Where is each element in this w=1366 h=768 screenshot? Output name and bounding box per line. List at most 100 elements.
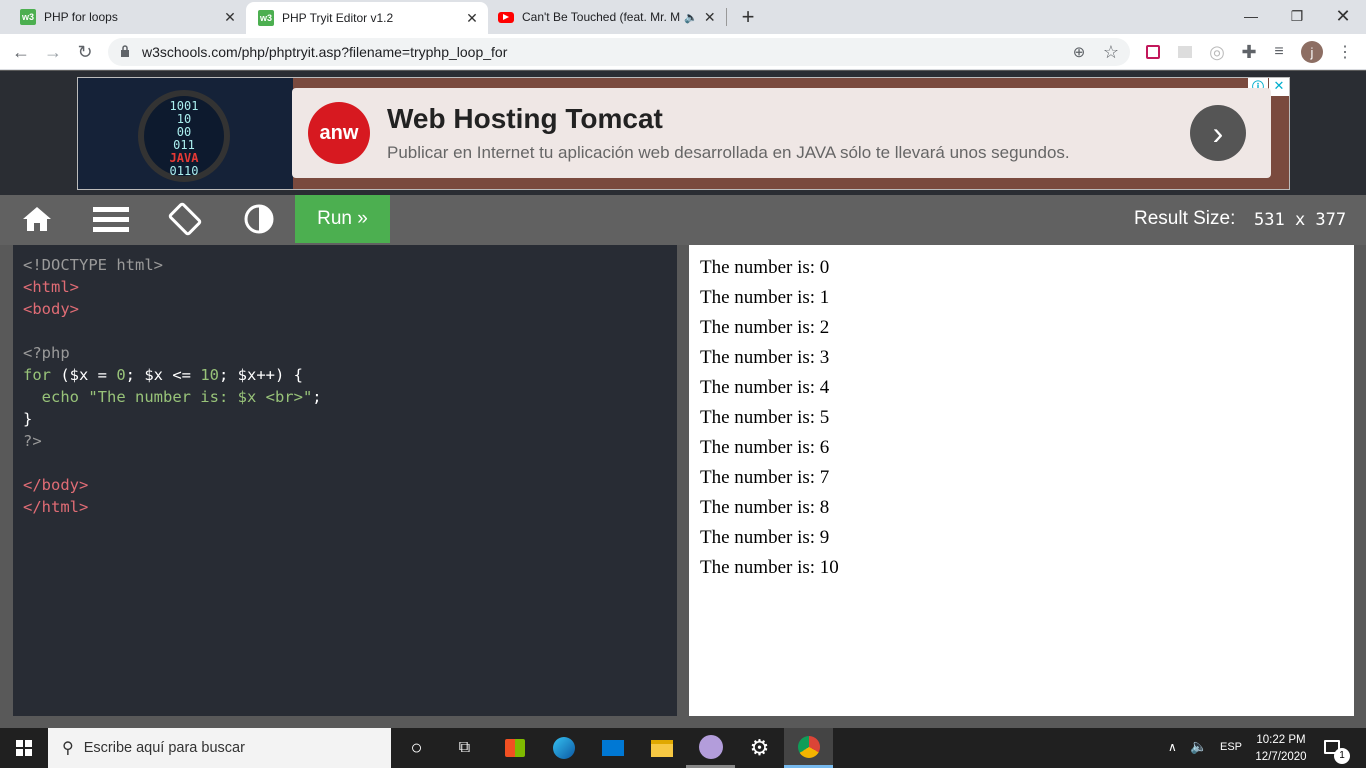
chrome-icon[interactable]: [784, 728, 833, 768]
tab-php-tryit-editor[interactable]: w3 PHP Tryit Editor v1.2 ✕: [246, 2, 488, 34]
result-size-label: Result Size:: [1134, 208, 1236, 229]
result-line: The number is: 8: [700, 497, 830, 518]
clock[interactable]: 10:22 PM 12/7/2020: [1250, 732, 1312, 766]
search-icon: ⚲: [62, 740, 74, 757]
chevron-right-icon[interactable]: ›: [1190, 105, 1246, 161]
code-token: ;: [312, 388, 322, 406]
volume-icon[interactable]: 🔈: [1190, 738, 1207, 755]
code-editor[interactable]: <!DOCTYPE html> <html> <body> <?php for ($x…: [13, 245, 677, 716]
ad-image-text: 0110: [169, 164, 199, 178]
code-token: for: [23, 366, 51, 384]
result-line: The number is: 9: [700, 527, 830, 548]
menu-kebab-icon[interactable]: ⋮: [1330, 34, 1360, 70]
clock-date: 12/7/2020: [1255, 751, 1307, 763]
code-token: html: [32, 278, 70, 296]
code-token: >: [79, 476, 89, 494]
result-line: The number is: 6: [700, 437, 830, 458]
cortana-icon[interactable]: ○: [392, 728, 441, 768]
ad-close-icon[interactable]: ✕: [1269, 78, 1289, 96]
notification-count-badge: 1: [1334, 748, 1350, 764]
lock-icon: [108, 44, 142, 60]
menu-icon[interactable]: [74, 195, 148, 243]
chevron-up-icon[interactable]: ∧: [1168, 740, 1177, 754]
result-line: The number is: 0: [700, 257, 830, 278]
code-token: body: [32, 300, 70, 318]
clock-time: 10:22 PM: [1256, 734, 1306, 746]
zoom-icon[interactable]: ⊕: [1064, 34, 1094, 70]
code-line: <html>: [23, 276, 667, 298]
code-token: ; $x++) {: [219, 366, 303, 384]
extension-shield-icon[interactable]: [1138, 34, 1168, 70]
code-token: <: [23, 278, 33, 296]
close-tab-icon[interactable]: ✕: [702, 9, 718, 26]
profile-avatar[interactable]: j: [1301, 41, 1323, 63]
code-token: body: [41, 476, 79, 494]
code-line: echo "The number is: $x <br>";: [23, 386, 667, 408]
result-line: The number is: 10: [700, 557, 839, 578]
code-token: html: [41, 498, 79, 516]
back-button[interactable]: ←: [6, 34, 36, 70]
bookmark-star-icon[interactable]: ☆: [1096, 34, 1126, 70]
restore-button[interactable]: ❐: [1274, 0, 1320, 32]
rotate-orientation-icon[interactable]: [148, 195, 222, 243]
run-button[interactable]: Run »: [295, 195, 390, 243]
url-text: w3schools.com/php/phptryit.asp?filename=…: [142, 44, 508, 60]
language-indicator[interactable]: ESP: [1220, 741, 1242, 753]
windows-start-icon[interactable]: [0, 728, 48, 768]
code-line: for ($x = 0; $x <= 10; $x++) {: [23, 364, 667, 386]
extension-grid-icon[interactable]: [1170, 34, 1200, 70]
code-line: }: [23, 410, 33, 428]
store-icon[interactable]: [490, 728, 539, 768]
tab-title: PHP Tryit Editor v1.2: [282, 11, 394, 25]
result-line: The number is: 4: [700, 377, 830, 398]
settings-gear-icon[interactable]: ⚙: [735, 728, 784, 768]
code-token: >: [69, 300, 80, 318]
code-token: >: [69, 278, 80, 296]
new-tab-button[interactable]: +: [736, 4, 760, 30]
code-token: <: [23, 300, 33, 318]
extension-circle-icon[interactable]: ◎: [1202, 34, 1232, 70]
media-control-icon[interactable]: ≡: [1264, 34, 1294, 70]
tab-title: PHP for loops: [44, 10, 118, 24]
close-tab-icon[interactable]: ✕: [464, 10, 480, 27]
close-window-button[interactable]: ✕: [1320, 0, 1366, 32]
address-bar[interactable]: w3schools.com/php/phptryit.asp?filename=…: [108, 38, 1130, 66]
result-pane[interactable]: The number is: 0 The number is: 1 The nu…: [689, 245, 1354, 716]
reload-button[interactable]: ↻: [70, 34, 100, 70]
magnifier-icon: 1001 10 00 011 JAVA 0110: [138, 90, 230, 182]
code-token: "The number is: $x <br>": [88, 388, 313, 406]
code-line: </body>: [23, 474, 667, 496]
task-view-icon[interactable]: ⧉: [440, 728, 489, 768]
code-token: >: [79, 498, 89, 516]
edge-icon[interactable]: [539, 728, 588, 768]
result-line: The number is: 3: [700, 347, 830, 368]
code-token: echo: [23, 388, 89, 406]
ad-card[interactable]: anw Web Hosting Tomcat Publicar en Inter…: [292, 88, 1271, 178]
taskbar-search-box[interactable]: ⚲ Escribe aquí para buscar: [48, 728, 391, 768]
ad-title: Web Hosting Tomcat: [387, 103, 663, 134]
app-circle-icon[interactable]: [686, 728, 735, 768]
tab-title: Can't Be Touched (feat. Mr. M: [522, 10, 680, 24]
close-tab-icon[interactable]: ✕: [222, 9, 238, 26]
result-line: The number is: 1: [700, 287, 830, 308]
search-placeholder: Escribe aquí para buscar: [83, 740, 245, 756]
tab-php-for-loops[interactable]: w3 PHP for loops ✕: [0, 0, 246, 34]
youtube-favicon-icon: [498, 11, 514, 23]
mail-icon[interactable]: [588, 728, 637, 768]
minimize-button[interactable]: —: [1228, 0, 1274, 32]
code-token: ($x =: [51, 366, 117, 384]
home-icon[interactable]: [0, 195, 74, 243]
file-explorer-icon[interactable]: [637, 728, 686, 768]
code-token: 10: [200, 366, 219, 384]
code-token: ; $x <=: [125, 366, 201, 384]
audio-playing-icon[interactable]: 🔈: [684, 11, 698, 24]
tab-youtube[interactable]: Can't Be Touched (feat. Mr. M 🔈 ✕: [488, 0, 726, 34]
w3schools-favicon-icon: w3: [258, 10, 274, 26]
result-line: The number is: 7: [700, 467, 830, 488]
anw-logo: anw: [308, 102, 370, 164]
extensions-puzzle-icon[interactable]: ✚: [1234, 34, 1264, 70]
result-size-value: 531 x 377: [1254, 210, 1347, 230]
theme-contrast-icon[interactable]: [222, 195, 296, 243]
forward-button[interactable]: →: [38, 34, 68, 70]
